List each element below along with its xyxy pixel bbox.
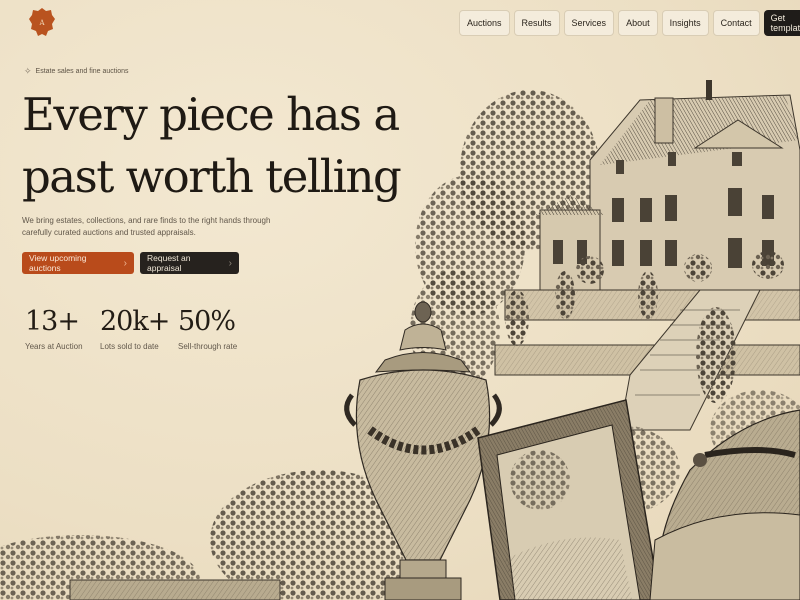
stat-sell-through: 50% Sell-through rate bbox=[178, 305, 237, 351]
stat-lots: 20k+ Lots sold to date bbox=[100, 305, 170, 351]
get-template-label: Get template bbox=[770, 13, 800, 33]
primary-button-label: View upcoming auctions bbox=[29, 253, 87, 273]
stat-label: Years at Auction bbox=[25, 342, 83, 351]
hero-eyebrow: ✧ Estate sales and fine auctions bbox=[24, 66, 129, 77]
stat-label: Sell-through rate bbox=[178, 342, 238, 351]
stat-value: 13+ bbox=[25, 306, 80, 337]
view-upcoming-auctions-button[interactable]: View upcoming auctions › bbox=[22, 252, 134, 274]
nav-auctions[interactable]: Auctions bbox=[459, 10, 510, 36]
brand-logo-icon[interactable]: A bbox=[29, 7, 55, 37]
headline-line-2: past worth telling bbox=[22, 150, 402, 203]
landing-page: A Auctions Results Services About Insigh… bbox=[0, 0, 800, 600]
nav-services[interactable]: Services bbox=[563, 10, 615, 36]
hero-headline: Every piece has a past worth telling bbox=[22, 84, 402, 208]
stat-value: 20k+ bbox=[100, 306, 170, 337]
request-appraisal-button[interactable]: Request an appraisal › bbox=[140, 252, 239, 274]
main-nav: Auctions Results Services About Insights… bbox=[459, 10, 800, 36]
nav-about[interactable]: About bbox=[618, 10, 658, 36]
stat-years: 13+ Years at Auction bbox=[25, 305, 83, 351]
secondary-button-label: Request an appraisal bbox=[147, 253, 191, 273]
svg-text:A: A bbox=[38, 19, 45, 27]
chevron-right-icon: › bbox=[228, 257, 232, 269]
eyebrow-text: Estate sales and fine auctions bbox=[35, 68, 129, 75]
get-template-button[interactable]: Get template › bbox=[763, 10, 800, 36]
nav-insights[interactable]: Insights bbox=[661, 10, 709, 36]
nav-results[interactable]: Results bbox=[513, 10, 560, 36]
headline-line-1: Every piece has a bbox=[22, 88, 400, 141]
chevron-right-icon: › bbox=[123, 257, 127, 269]
sparkle-icon: ✧ bbox=[24, 66, 32, 76]
hero-subtext: We bring estates, collections, and rare … bbox=[22, 216, 271, 237]
stat-value: 50% bbox=[178, 306, 236, 337]
nav-contact[interactable]: Contact bbox=[712, 10, 760, 36]
stat-label: Lots sold to date bbox=[100, 342, 159, 351]
